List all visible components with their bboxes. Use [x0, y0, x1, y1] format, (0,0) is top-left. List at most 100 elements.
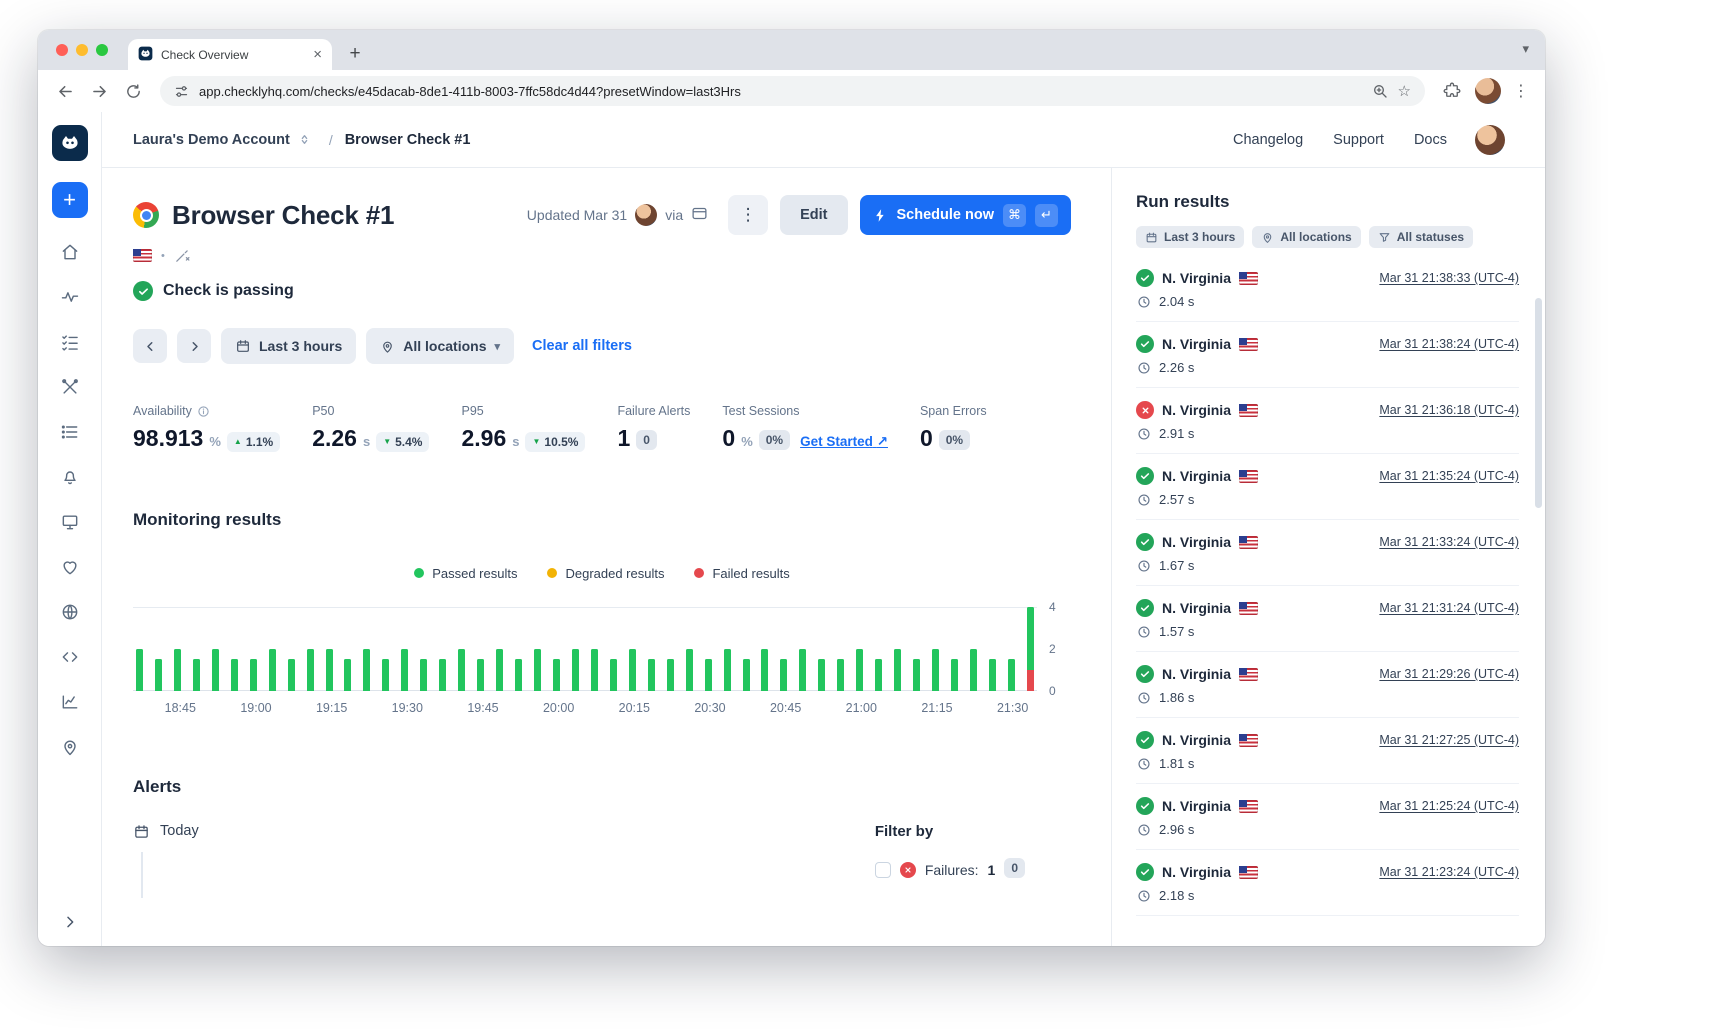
run-result-row[interactable]: N. VirginiaMar 31 21:38:24 (UTC-4)2.26 s	[1136, 322, 1519, 388]
sidebar-analytics-icon[interactable]	[52, 684, 88, 720]
run-timestamp-link[interactable]: Mar 31 21:36:18 (UTC-4)	[1379, 403, 1519, 417]
sidebar-locations-icon[interactable]	[52, 729, 88, 765]
tab-search-chevron-icon[interactable]: ▾	[1522, 41, 1529, 57]
failure-status-icon	[900, 862, 916, 878]
enter-key-icon: ↵	[1035, 204, 1058, 227]
sidebar-dashboards-icon[interactable]	[52, 504, 88, 540]
browser-profile-avatar[interactable]	[1475, 78, 1501, 104]
updated-by-avatar[interactable]	[635, 204, 657, 226]
run-timestamp-link[interactable]: Mar 31 21:27:25 (UTC-4)	[1379, 733, 1519, 747]
time-range-prev-button[interactable]	[133, 329, 167, 363]
tab-strip: Check Overview × + ▾	[38, 30, 1545, 70]
sidebar-collapse-icon[interactable]	[62, 914, 78, 930]
passed-segment	[326, 649, 333, 691]
browser-menu-icon[interactable]: ⋮	[1509, 81, 1533, 101]
site-settings-icon[interactable]	[174, 84, 189, 99]
run-timestamp-link[interactable]: Mar 31 21:33:24 (UTC-4)	[1379, 535, 1519, 549]
sidebar-private-locations-icon[interactable]	[52, 594, 88, 630]
chart-bar	[193, 607, 200, 691]
run-timestamp-link[interactable]: Mar 31 21:38:33 (UTC-4)	[1379, 271, 1519, 285]
breadcrumb-account[interactable]: Laura's Demo Account	[133, 132, 290, 148]
info-icon[interactable]	[197, 405, 210, 418]
bookmark-star-icon[interactable]: ☆	[1398, 82, 1411, 100]
check-locations-row: •	[133, 247, 1071, 264]
chart-bar	[705, 607, 712, 691]
tab-close-icon[interactable]: ×	[313, 47, 322, 62]
sidebar-performance-icon[interactable]	[52, 279, 88, 315]
back-button[interactable]	[50, 76, 80, 106]
header-link-docs[interactable]: Docs	[1414, 132, 1447, 148]
user-avatar[interactable]	[1475, 125, 1505, 155]
window-minimize-button[interactable]	[76, 44, 88, 56]
sidebar-checks-icon[interactable]	[52, 324, 88, 360]
url-bar[interactable]: app.checklyhq.com/checks/e45dacab-8de1-4…	[160, 76, 1425, 106]
clock-icon	[1137, 295, 1151, 309]
window-close-button[interactable]	[56, 44, 68, 56]
scrollbar-thumb[interactable]	[1535, 298, 1542, 508]
x-tick-label: 21:30	[997, 701, 1028, 715]
sidebar-home-icon[interactable]	[52, 234, 88, 270]
extensions-icon[interactable]	[1437, 76, 1467, 106]
sidebar-groups-icon[interactable]	[52, 414, 88, 450]
schedule-now-button[interactable]: Schedule now ⌘ ↵	[860, 195, 1072, 235]
more-actions-button[interactable]: ⋮	[728, 195, 768, 235]
us-flag-icon	[1239, 272, 1258, 285]
runs-filter-chip-pin[interactable]: All locations	[1252, 226, 1360, 248]
run-timestamp-link[interactable]: Mar 31 21:29:26 (UTC-4)	[1379, 667, 1519, 681]
stat-value: 0	[920, 425, 933, 452]
browser-tab[interactable]: Check Overview ×	[128, 39, 332, 70]
time-range-next-button[interactable]	[177, 329, 211, 363]
failures-checkbox[interactable]	[875, 862, 891, 878]
url-text[interactable]: app.checklyhq.com/checks/e45dacab-8de1-4…	[199, 84, 1362, 99]
window-zoom-button[interactable]	[96, 44, 108, 56]
run-location: N. Virginia	[1162, 534, 1231, 550]
run-timestamp-link[interactable]: Mar 31 21:35:24 (UTC-4)	[1379, 469, 1519, 483]
run-result-row[interactable]: N. VirginiaMar 31 21:31:24 (UTC-4)1.57 s	[1136, 586, 1519, 652]
run-result-row[interactable]: N. VirginiaMar 31 21:36:18 (UTC-4)2.91 s	[1136, 388, 1519, 454]
sidebar-maintenance-icon[interactable]	[52, 369, 88, 405]
reload-button[interactable]	[118, 76, 148, 106]
alerts-today-group: Today	[133, 823, 199, 840]
us-flag-icon	[133, 249, 152, 262]
create-new-button[interactable]: +	[52, 182, 88, 218]
run-timestamp-link[interactable]: Mar 31 21:25:24 (UTC-4)	[1379, 799, 1519, 813]
header-link-support[interactable]: Support	[1333, 132, 1384, 148]
stat-value: 0	[722, 425, 735, 452]
passed-segment	[610, 659, 617, 691]
zoom-icon[interactable]	[1372, 83, 1388, 99]
passed-segment	[420, 659, 427, 691]
sidebar-snippets-icon[interactable]	[52, 639, 88, 675]
checkly-logo[interactable]	[52, 125, 88, 161]
alerts-timeline	[141, 852, 143, 898]
run-result-row[interactable]: N. VirginiaMar 31 21:29:26 (UTC-4)1.86 s	[1136, 652, 1519, 718]
run-result-row[interactable]: N. VirginiaMar 31 21:38:33 (UTC-4)2.04 s	[1136, 256, 1519, 322]
legend-item: Passed results	[414, 566, 517, 581]
stat-trend-badge: ▼5.4%	[376, 432, 429, 452]
sidebar-heartbeats-icon[interactable]	[52, 549, 88, 585]
run-results-list: N. VirginiaMar 31 21:38:33 (UTC-4)2.04 s…	[1136, 256, 1519, 916]
runs-filter-chip-statuses[interactable]: All statuses	[1369, 226, 1473, 248]
sidebar-alerts-icon[interactable]	[52, 459, 88, 495]
run-result-row[interactable]: N. VirginiaMar 31 21:23:24 (UTC-4)2.18 s	[1136, 850, 1519, 916]
run-result-row[interactable]: N. VirginiaMar 31 21:27:25 (UTC-4)1.81 s	[1136, 718, 1519, 784]
run-duration: 2.91 s	[1159, 426, 1194, 441]
locations-filter-button[interactable]: All locations ▾	[366, 328, 514, 364]
run-result-row[interactable]: N. VirginiaMar 31 21:35:24 (UTC-4)2.57 s	[1136, 454, 1519, 520]
header-link-changelog[interactable]: Changelog	[1233, 132, 1303, 148]
time-range-filter-button[interactable]: Last 3 hours	[221, 328, 356, 364]
run-timestamp-link[interactable]: Mar 31 21:31:24 (UTC-4)	[1379, 601, 1519, 615]
new-tab-button[interactable]: +	[342, 41, 368, 67]
get-started-link[interactable]: Get Started ↗	[800, 434, 888, 450]
chrome-icon	[133, 202, 159, 228]
account-switcher-icon[interactable]	[298, 133, 311, 146]
run-result-row[interactable]: N. VirginiaMar 31 21:33:24 (UTC-4)1.67 s	[1136, 520, 1519, 586]
clear-all-filters-link[interactable]: Clear all filters	[532, 338, 632, 354]
run-timestamp-link[interactable]: Mar 31 21:38:24 (UTC-4)	[1379, 337, 1519, 351]
run-timestamp-link[interactable]: Mar 31 21:23:24 (UTC-4)	[1379, 865, 1519, 879]
forward-button[interactable]	[84, 76, 114, 106]
edit-button[interactable]: Edit	[780, 195, 847, 235]
wand-icon	[174, 247, 191, 264]
run-result-row[interactable]: N. VirginiaMar 31 21:25:24 (UTC-4)2.96 s	[1136, 784, 1519, 850]
x-tick-label: 19:15	[316, 701, 347, 715]
runs-filter-chip-calendar[interactable]: Last 3 hours	[1136, 226, 1244, 248]
